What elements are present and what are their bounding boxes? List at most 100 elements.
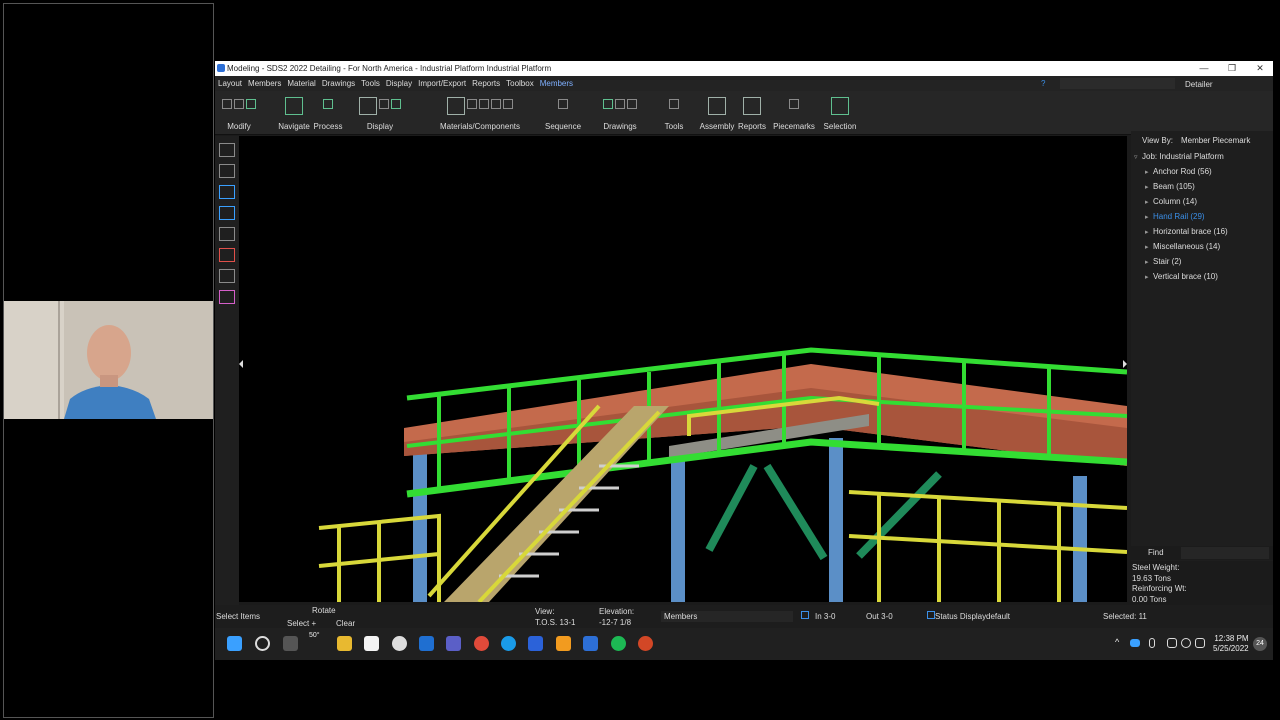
ribbon-group-reports[interactable]: Reports <box>737 95 767 133</box>
beam-tool-icon[interactable] <box>219 227 235 241</box>
expand-icon[interactable]: ▸ <box>1145 240 1153 255</box>
ribbon-group-modify[interactable]: Modify <box>219 95 259 133</box>
ribbon-group-drawings[interactable]: Drawings <box>585 95 655 133</box>
rotate-button[interactable]: Rotate <box>312 606 336 615</box>
camera-icon[interactable] <box>219 164 235 178</box>
expand-icon[interactable]: ▸ <box>1145 270 1153 285</box>
display-tray-icon[interactable] <box>1167 638 1177 648</box>
ribbon-group-piecemarks[interactable]: Piecemarks <box>771 95 817 133</box>
spotify-icon[interactable] <box>611 636 626 651</box>
rail-tool-icon[interactable] <box>219 290 235 304</box>
tree-item-anchor-rod[interactable]: ▸ Anchor Rod (56) <box>1134 164 1266 179</box>
menu-reports[interactable]: Reports <box>469 76 503 91</box>
find-input[interactable] <box>1181 547 1269 559</box>
system-clock[interactable]: 12:38 PM 5/25/2022 <box>1213 634 1249 654</box>
onedrive-icon[interactable] <box>1130 639 1140 647</box>
close-button[interactable]: ✕ <box>1245 61 1275 76</box>
clear-button[interactable]: Clear <box>336 619 355 628</box>
select-plus-button[interactable]: Select + <box>287 619 316 628</box>
menu-layout[interactable]: Layout <box>215 76 245 91</box>
menu-drawings[interactable]: Drawings <box>319 76 358 91</box>
tree-item-vertical-brace[interactable]: ▸ Vertical brace (10) <box>1134 269 1266 284</box>
restore-button[interactable]: ❒ <box>1217 61 1247 76</box>
status-display-checkbox[interactable] <box>927 611 935 619</box>
zoom-box-icon[interactable] <box>219 185 235 199</box>
task-view-icon[interactable] <box>283 636 298 651</box>
viewport-left-arrow-icon[interactable] <box>239 360 243 368</box>
hex-app-icon[interactable] <box>556 636 571 651</box>
expand-icon[interactable]: ▸ <box>1145 225 1153 240</box>
expand-icon[interactable]: ▿ <box>1134 150 1142 165</box>
menu-toolbox[interactable]: Toolbox <box>503 76 537 91</box>
help-icon[interactable]: ? <box>1041 76 1045 91</box>
tree-item-hand-rail[interactable]: ▸ Hand Rail (29) <box>1134 209 1266 224</box>
erase-icon[interactable] <box>219 248 235 262</box>
search-input[interactable] <box>1060 78 1175 89</box>
menu-import-export[interactable]: Import/Export <box>415 76 469 91</box>
chrome-icon[interactable] <box>474 636 489 651</box>
menu-tools[interactable]: Tools <box>358 76 383 91</box>
status-display-select[interactable]: default <box>986 612 1010 621</box>
menu-members[interactable]: Members <box>245 76 284 91</box>
ribbon-group-process[interactable]: Process <box>313 95 343 133</box>
menu-display[interactable]: Display <box>383 76 415 91</box>
expand-icon[interactable]: ▸ <box>1145 255 1153 270</box>
tree-item-horizontal-brace[interactable]: ▸ Horizontal brace (16) <box>1134 224 1266 239</box>
expand-icon[interactable]: ▸ <box>1145 195 1153 210</box>
view-by-label: View By: <box>1142 136 1173 145</box>
model-viewport[interactable] <box>239 136 1127 602</box>
assembly-icon <box>708 97 726 115</box>
menu-members-tab[interactable]: Members <box>536 76 577 92</box>
view-by-select[interactable]: Member Piecemark <box>1181 136 1250 145</box>
tree-item-beam[interactable]: ▸ Beam (105) <box>1134 179 1266 194</box>
tree-item-miscellaneous[interactable]: ▸ Miscellaneous (14) <box>1134 239 1266 254</box>
expand-icon[interactable]: ▸ <box>1145 210 1153 225</box>
ribbon-group-display[interactable]: Display <box>345 95 415 133</box>
tree-root[interactable]: ▿ Job: Industrial Platform <box>1134 149 1266 164</box>
viewport-right-arrow-icon[interactable] <box>1123 360 1127 368</box>
search-icon[interactable] <box>255 636 270 651</box>
expand-icon[interactable]: ▸ <box>1145 165 1153 180</box>
bolt-icon <box>479 99 489 109</box>
in-depth-value[interactable]: In 3-0 <box>815 612 835 621</box>
tree-item-stair[interactable]: ▸ Stair (2) <box>1134 254 1266 269</box>
ribbon-group-tools[interactable]: Tools <box>659 95 689 133</box>
teams-icon[interactable] <box>446 636 461 651</box>
outlook-icon[interactable] <box>419 636 434 651</box>
member-tree: ▿ Job: Industrial Platform ▸ Anchor Rod (5… <box>1134 149 1266 284</box>
cube-app-icon[interactable] <box>528 636 543 651</box>
app-icon[interactable] <box>392 636 407 651</box>
sds2-taskbar-icon[interactable] <box>583 636 598 651</box>
ribbon-group-sequence[interactable]: Sequence <box>545 95 581 133</box>
start-icon[interactable] <box>227 636 242 651</box>
volume-icon[interactable] <box>1181 638 1191 648</box>
powerpoint-icon[interactable] <box>638 636 653 651</box>
minimize-button[interactable]: — <box>1189 61 1219 76</box>
ribbon-group-materials[interactable]: Materials/Components <box>420 95 540 133</box>
reinforcing-weight-value: 0.00 Tons <box>1132 594 1167 604</box>
tray-chevron-icon[interactable]: ^ <box>1115 637 1119 647</box>
filter-select[interactable]: Members <box>664 612 697 621</box>
menu-material[interactable]: Material <box>284 76 318 91</box>
ribbon-group-assembly[interactable]: Assembly <box>697 95 737 133</box>
ribbon-group-selection[interactable]: Selection <box>823 95 857 133</box>
find-label: Find <box>1148 548 1164 557</box>
mic-icon[interactable] <box>1149 638 1155 648</box>
ribbon-group-navigate[interactable]: Navigate <box>277 95 311 133</box>
status-bar: Select Items Rotate Select + Clear View:… <box>215 605 1273 628</box>
file-explorer-icon[interactable] <box>337 636 352 651</box>
network-icon[interactable] <box>1195 638 1205 648</box>
tree-item-column[interactable]: ▸ Column (14) <box>1134 194 1266 209</box>
notification-badge[interactable]: 24 <box>1253 637 1267 651</box>
out-depth-value[interactable]: Out 3-0 <box>866 612 893 621</box>
store-icon[interactable] <box>364 636 379 651</box>
edge-icon[interactable] <box>501 636 516 651</box>
folder-tool-icon[interactable] <box>219 269 235 283</box>
measure-icon[interactable] <box>219 206 235 220</box>
weather-widget[interactable]: 50° <box>309 632 320 639</box>
platform-model <box>239 347 1127 602</box>
line-tool-icon[interactable] <box>219 143 235 157</box>
role-selector[interactable]: Detailer <box>1185 77 1213 92</box>
depth-checkbox[interactable] <box>801 611 809 619</box>
expand-icon[interactable]: ▸ <box>1145 180 1153 195</box>
